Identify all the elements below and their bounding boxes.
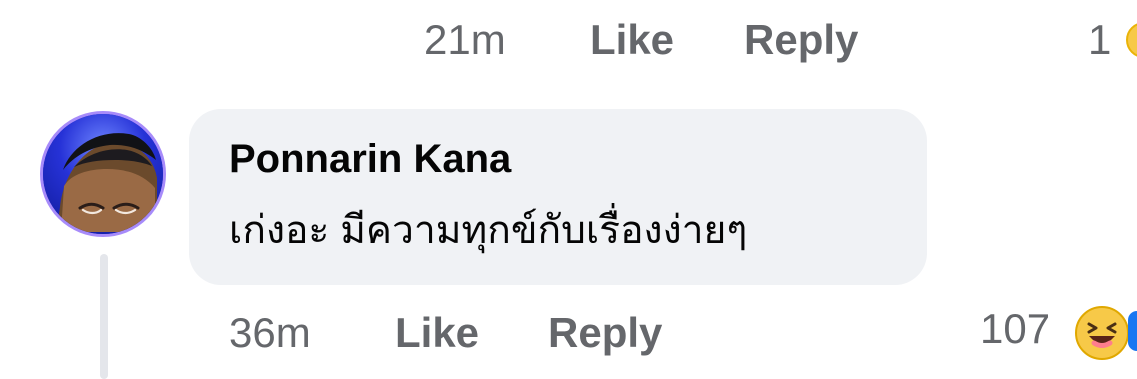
avatar[interactable] (40, 111, 166, 237)
previous-comment-reaction-count[interactable]: 1 (1088, 16, 1111, 64)
like-reaction-icon[interactable] (1128, 311, 1137, 351)
comment-time[interactable]: 36m (229, 309, 311, 357)
comment-text: เก่งอะ มีความทุกข์กับเรื่องง่ายๆ (229, 209, 748, 252)
previous-comment-reply-button[interactable]: Reply (744, 16, 858, 64)
comment-reply-button[interactable]: Reply (548, 309, 662, 357)
previous-comment-like-button[interactable]: Like (590, 16, 674, 64)
haha-reaction-icon[interactable] (1074, 305, 1130, 361)
comment-author-name[interactable]: Ponnarin Kana (229, 136, 511, 182)
comment-like-button[interactable]: Like (395, 309, 479, 357)
haha-reaction-icon[interactable] (1126, 22, 1137, 58)
previous-comment-time[interactable]: 21m (424, 16, 506, 64)
comment-reaction-count[interactable]: 107 (980, 305, 1050, 353)
thread-line (100, 254, 108, 379)
